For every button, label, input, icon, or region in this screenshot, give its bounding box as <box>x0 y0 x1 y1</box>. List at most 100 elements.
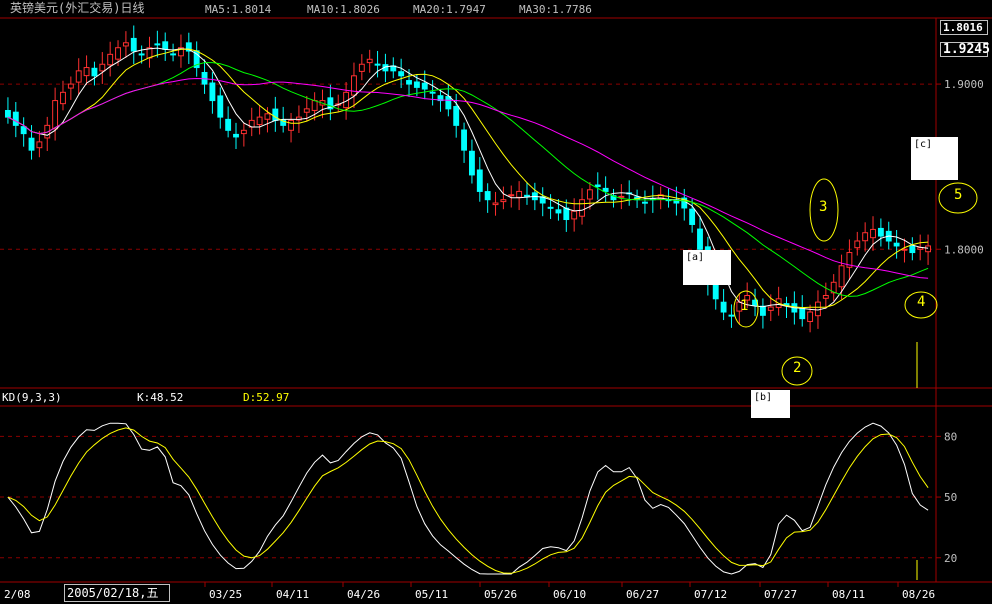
date-tick-label: 04/11 <box>276 588 309 601</box>
candle-body <box>303 108 310 113</box>
candle-body <box>822 295 829 299</box>
candle-body <box>366 58 373 64</box>
kd-tick-label: 50 <box>944 491 957 504</box>
candle-body <box>28 137 35 151</box>
candle-body <box>217 95 224 118</box>
candle-body <box>12 111 19 126</box>
candle-body <box>563 207 570 221</box>
candle-body <box>697 228 703 250</box>
wave-mark-1: 1 <box>740 298 749 314</box>
candle-body <box>20 126 27 135</box>
candle-body <box>508 194 515 197</box>
chart-canvas[interactable]: 1.9000 1.8000 80 50 20 2/08 03/25 04/11 04/26 05/… <box>0 0 992 604</box>
candle-body <box>162 41 169 50</box>
candle-body <box>288 119 294 131</box>
candle-body <box>807 311 814 322</box>
candle-body <box>413 81 420 88</box>
ma20-line <box>7 62 929 297</box>
chart-title: 英镑美元(外汇交易)日线 <box>10 1 145 15</box>
date-tick-label: 04/26 <box>347 588 380 601</box>
candle-body <box>500 199 507 203</box>
candle-body <box>67 83 74 89</box>
wave-mark-3: 3 <box>819 199 828 215</box>
candle-body <box>91 67 98 77</box>
candle-body <box>720 301 727 313</box>
forex-chart-window[interactable]: 1.9000 1.8000 80 50 20 2/08 03/25 04/11 04/26 05/… <box>0 0 992 604</box>
kd-label: KD(9,3,3) <box>2 391 62 404</box>
candle-body <box>398 71 405 77</box>
candle-body <box>492 202 499 206</box>
candle-body <box>99 63 106 72</box>
date-tick-label: 08/26 <box>902 588 935 601</box>
date-tick-label: 05/11 <box>415 588 448 601</box>
candle-body <box>728 314 735 317</box>
candle-body <box>429 91 436 94</box>
cursor-date-box: 2005/02/18,五 <box>64 584 170 602</box>
candle-body <box>374 63 381 66</box>
candle-body <box>256 116 263 126</box>
ma5-readout: MA5:1.8014 <box>205 3 272 16</box>
kd-tick-label: 80 <box>944 430 957 443</box>
candle-body <box>453 106 460 126</box>
candle-body <box>877 227 884 237</box>
candle-body <box>311 100 318 111</box>
candle-body <box>83 67 90 77</box>
date-tick-label: 08/11 <box>832 588 865 601</box>
candle-body <box>586 189 593 200</box>
wave-mark-4: 4 <box>917 294 926 310</box>
candle-body <box>240 129 247 135</box>
candle-body <box>115 47 121 60</box>
candle-body <box>170 53 177 56</box>
candle-body <box>642 201 648 204</box>
date-tick-label: 07/12 <box>694 588 727 601</box>
candle-body <box>209 82 216 102</box>
candle-body <box>799 307 806 320</box>
candle-body <box>421 82 428 90</box>
candle-body <box>854 240 861 249</box>
candle-body <box>759 305 766 316</box>
candle-body <box>594 184 601 187</box>
ma20-readout: MA20:1.7947 <box>413 3 486 16</box>
candle-body <box>901 248 908 251</box>
candle-body <box>4 110 11 118</box>
candle-body <box>130 37 137 52</box>
candle-body <box>571 210 578 220</box>
candle-body <box>60 91 66 105</box>
candle-body <box>862 232 869 242</box>
candle-body <box>838 265 845 288</box>
date-tick-label: 07/27 <box>764 588 797 601</box>
ma30-line <box>7 77 929 279</box>
candle-body <box>358 63 365 72</box>
ma10-readout: MA10:1.8026 <box>307 3 380 16</box>
price-tick-label: 1.9000 <box>944 78 984 91</box>
annotation-c: [c] <box>911 137 958 180</box>
candle-body <box>233 133 239 138</box>
kd-k-readout: K:48.52 <box>137 391 184 404</box>
candle-body <box>767 306 774 311</box>
candle-body <box>264 113 271 120</box>
candle-body <box>36 141 43 149</box>
kd-d-readout: D:52.97 <box>243 391 290 404</box>
annotation-a: [a] <box>683 250 731 285</box>
date-tick-label: 06/10 <box>553 588 586 601</box>
candle-body <box>484 191 491 201</box>
candle-body <box>461 129 468 151</box>
candle-body <box>476 169 483 192</box>
wave-mark-2: 2 <box>793 360 802 376</box>
wave-mark-5: 5 <box>954 187 963 203</box>
candle-body <box>225 118 232 131</box>
candle-body <box>689 208 696 225</box>
candle-body <box>154 43 161 46</box>
annotation-b: [b] <box>751 390 790 418</box>
price-box-top: 1.8016 <box>940 20 988 35</box>
kd-tick-label: 20 <box>944 552 957 565</box>
candle-body <box>815 301 821 317</box>
candle-body <box>52 100 59 130</box>
candle-body <box>75 70 82 83</box>
candle-body <box>555 209 562 214</box>
candle-body <box>618 195 625 198</box>
candle-body <box>468 150 475 176</box>
candle-body <box>870 228 876 239</box>
candle-body <box>579 199 585 217</box>
candle-body <box>272 108 279 121</box>
